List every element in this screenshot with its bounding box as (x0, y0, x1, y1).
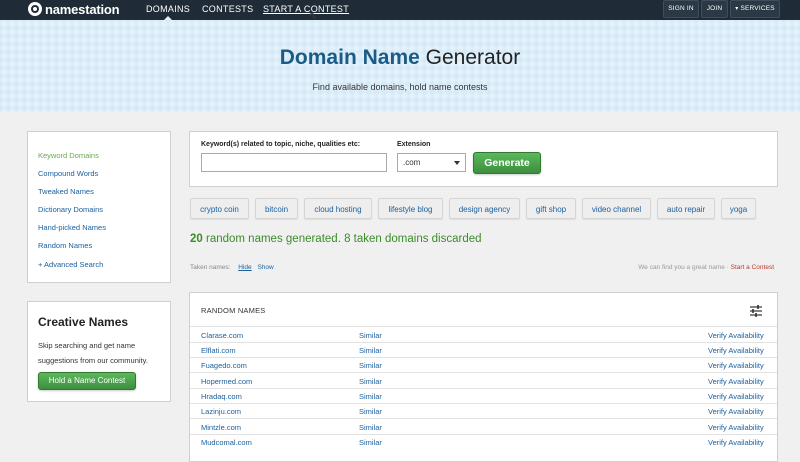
caret-down-icon: ▾ (735, 6, 739, 12)
results-text: random names generated. 8 taken domains … (206, 233, 482, 245)
chip-bitcoin[interactable]: bitcoin (255, 198, 298, 219)
row-separator (190, 388, 777, 389)
similar-link[interactable]: Similar (359, 438, 382, 447)
random-names-panel (189, 292, 778, 462)
domain-name-link[interactable]: Mudcomal.com (201, 438, 252, 447)
similar-link[interactable]: Similar (359, 331, 382, 340)
generate-button[interactable]: Generate (473, 152, 541, 174)
top-navbar: namestation DOMAINS CONTESTS START A CON… (0, 0, 800, 20)
taken-label: Taken names: (190, 264, 231, 271)
hide-taken-link[interactable]: Hide (238, 264, 251, 271)
verify-availability-link[interactable]: Verify Availability (708, 361, 764, 370)
hold-name-contest-button[interactable]: Hold a Name Contest (38, 372, 136, 390)
services-dropdown[interactable]: ▾ SERVICES (730, 0, 780, 18)
row-separator (190, 403, 777, 404)
verify-availability-link[interactable]: Verify Availability (708, 423, 764, 432)
similar-link[interactable]: Similar (359, 392, 382, 401)
services-label: SERVICES (740, 5, 775, 12)
verify-availability-link[interactable]: Verify Availability (708, 331, 764, 340)
chip-auto-repair[interactable]: auto repair (657, 198, 715, 219)
similar-link[interactable]: Similar (359, 361, 382, 370)
row-separator (190, 372, 777, 373)
nav-contests[interactable]: CONTESTS (202, 0, 253, 20)
hero-banner: Domain Name Generator Find available dom… (0, 20, 800, 112)
domain-name-link[interactable]: Hopermed.com (201, 377, 252, 386)
dropdown-arrow-icon (454, 161, 460, 165)
find-text: We can find you a great name · (638, 264, 729, 271)
similar-link[interactable]: Similar (359, 377, 382, 386)
extension-value: .com (403, 158, 421, 167)
row-separator (190, 342, 777, 343)
nav-start-contest[interactable]: START A CONTEST (263, 0, 349, 20)
results-count: 20 (190, 233, 203, 245)
taken-names-toggle: Taken names: Hide Show (190, 264, 274, 271)
logo-icon (28, 2, 42, 16)
creative-names-title: Creative Names (38, 315, 129, 329)
keyword-input[interactable] (201, 153, 387, 172)
find-name-promo: We can find you a great name · Start a C… (638, 264, 774, 271)
row-separator (190, 434, 777, 435)
sidebar-item-random-names[interactable]: Random Names (38, 241, 92, 250)
verify-availability-link[interactable]: Verify Availability (708, 407, 764, 416)
domain-name-link[interactable]: Fuagedo.com (201, 361, 247, 370)
sidebar-item-compound-words[interactable]: Compound Words (38, 169, 98, 178)
creative-names-text: Skip searching and get name suggestions … (38, 341, 148, 365)
random-names-header: RANDOM NAMES (201, 306, 266, 315)
keyword-label: Keyword(s) related to topic, niche, qual… (201, 141, 361, 148)
sidebar-item-tweaked-names[interactable]: Tweaked Names (38, 187, 94, 196)
sidebar-item-hand-picked-names[interactable]: Hand-picked Names (38, 223, 106, 232)
row-separator (190, 418, 777, 419)
extension-label: Extension (397, 141, 431, 148)
similar-link[interactable]: Similar (359, 346, 382, 355)
domain-name-link[interactable]: Mintzle.com (201, 423, 241, 432)
domain-name-link[interactable]: Clarase.com (201, 331, 243, 340)
verify-availability-link[interactable]: Verify Availability (708, 392, 764, 401)
namestation-logo[interactable]: namestation (28, 0, 120, 18)
sidebar-item-dictionary-domains[interactable]: Dictionary Domains (38, 205, 103, 214)
signin-button[interactable]: SIGN IN (663, 0, 699, 18)
chip-lifestyle-blog[interactable]: lifestyle blog (378, 198, 443, 219)
filter-sliders-icon[interactable] (749, 305, 763, 317)
show-taken-link[interactable]: Show (257, 264, 273, 271)
title-rest: Generator (425, 46, 521, 69)
title-bold: Domain Name (279, 46, 420, 69)
chip-video-channel[interactable]: video channel (582, 198, 651, 219)
results-summary: 20 random names generated. 8 taken domai… (190, 233, 482, 245)
sidebar-nav: Keyword Domains Compound Words Tweaked N… (27, 131, 171, 283)
chip-gift-shop[interactable]: gift shop (526, 198, 576, 219)
domain-name-link[interactable]: Hradaq.com (201, 392, 242, 401)
verify-availability-link[interactable]: Verify Availability (708, 346, 764, 355)
row-separator (190, 357, 777, 358)
sidebar-item-advanced-search[interactable]: + Advanced Search (38, 260, 103, 269)
similar-link[interactable]: Similar (359, 423, 382, 432)
similar-link[interactable]: Similar (359, 407, 382, 416)
page-title: Domain Name Generator (0, 46, 800, 70)
extension-select[interactable]: .com (397, 153, 466, 172)
nav-domains[interactable]: DOMAINS (146, 0, 190, 20)
hero-subtitle: Find available domains, hold name contes… (312, 82, 488, 92)
start-contest-link[interactable]: Start a Contest (731, 264, 774, 271)
chip-crypto-coin[interactable]: crypto coin (190, 198, 249, 219)
join-button[interactable]: JOIN (701, 0, 728, 18)
row-separator (190, 326, 777, 327)
domain-name-link[interactable]: Lazinju.com (201, 407, 241, 416)
chip-design-agency[interactable]: design agency (449, 198, 520, 219)
domain-name-link[interactable]: Elflati.com (201, 346, 236, 355)
chip-yoga[interactable]: yoga (721, 198, 756, 219)
verify-availability-link[interactable]: Verify Availability (708, 377, 764, 386)
verify-availability-link[interactable]: Verify Availability (708, 438, 764, 447)
chip-cloud-hosting[interactable]: cloud hosting (304, 198, 372, 219)
sidebar-item-keyword-domains[interactable]: Keyword Domains (38, 151, 99, 160)
logo-text: namestation (45, 1, 120, 17)
